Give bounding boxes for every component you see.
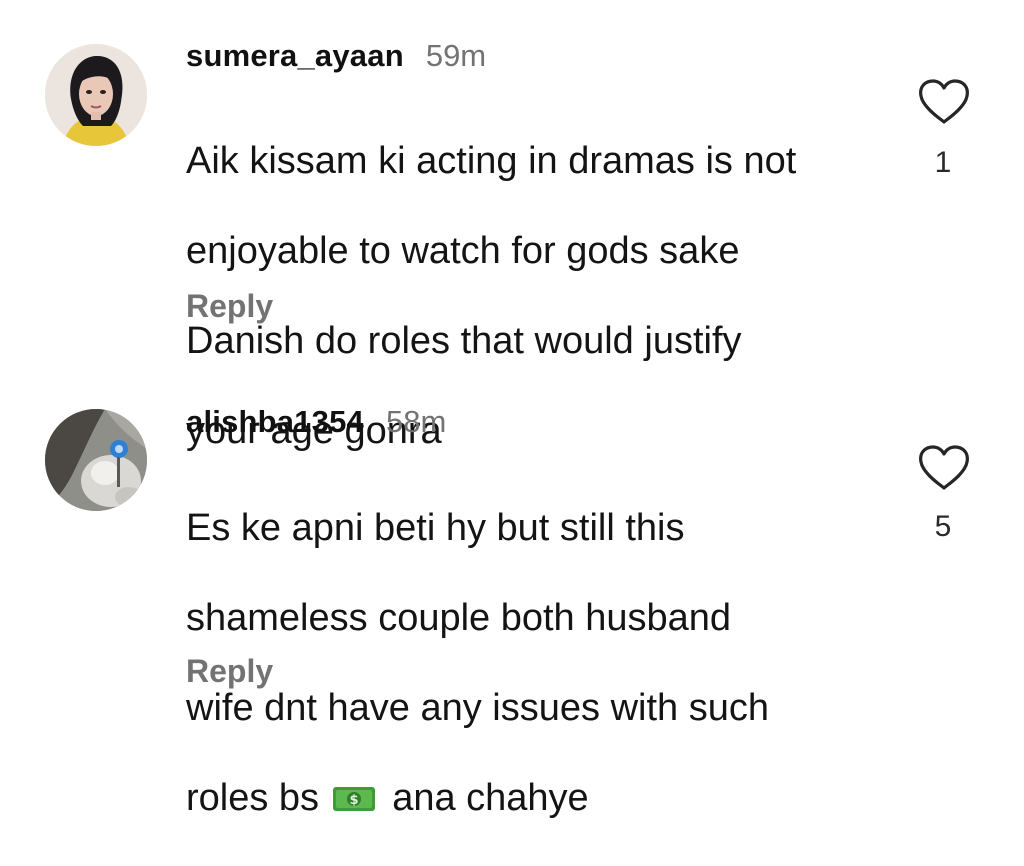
money-emoji-icon: $ xyxy=(332,787,375,811)
username[interactable]: alishba1354 xyxy=(186,404,364,440)
reply-button[interactable]: Reply xyxy=(186,653,273,690)
like-count: 5 xyxy=(934,510,952,543)
comment-text-line: Aik kissam ki acting in dramas is not xyxy=(186,140,797,182)
username[interactable]: sumera_ayaan xyxy=(186,38,404,74)
heart-icon xyxy=(919,79,969,124)
reply-button[interactable]: Reply xyxy=(186,288,273,325)
comment-text-line: shameless couple both husband xyxy=(186,597,732,639)
avatar-image-icon xyxy=(45,409,147,511)
svg-text:$: $ xyxy=(349,793,358,808)
timestamp: 59m xyxy=(425,38,487,73)
comment-meta: alishba1354 58m xyxy=(186,404,446,440)
heart-icon xyxy=(919,445,969,490)
like-button[interactable] xyxy=(918,445,970,491)
comment-text-line: wife dnt have any issues with such xyxy=(186,687,769,729)
comment-meta: sumera_ayaan 59m xyxy=(186,38,486,74)
timestamp: 58m xyxy=(385,404,447,439)
comment-text-segment: ana chahye xyxy=(392,777,589,819)
comment-text-line-with-emoji: roles bs $ ana chahye xyxy=(186,776,886,821)
comment-text-line: enjoyable to watch for gods sake xyxy=(186,230,740,272)
like-button[interactable] xyxy=(918,79,970,125)
avatar[interactable] xyxy=(45,409,147,511)
avatar[interactable] xyxy=(45,44,147,146)
comment-text-line: Es ke apni beti hy but still this xyxy=(186,507,685,549)
comment-text: Es ke apni beti hy but still this shamel… xyxy=(186,461,886,866)
comment-text-segment: roles bs xyxy=(186,777,320,819)
like-count: 1 xyxy=(934,146,952,179)
avatar-image-icon xyxy=(45,44,147,146)
comment-text-line: Danish do roles that would justify xyxy=(186,320,742,362)
